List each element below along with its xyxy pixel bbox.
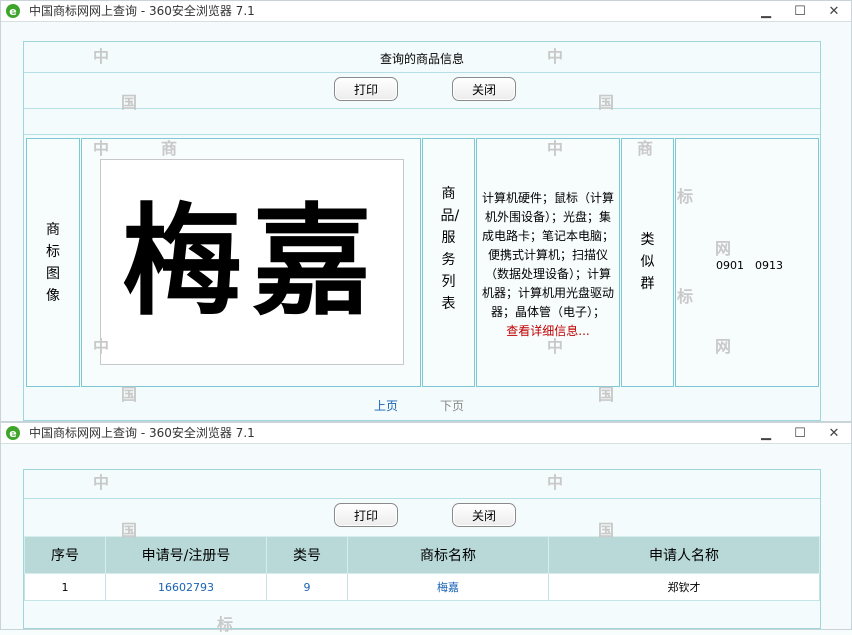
cell-reg-no-link[interactable]: 16602793: [105, 573, 267, 601]
print-button[interactable]: 打印: [334, 503, 398, 527]
close-button[interactable]: 关闭: [452, 503, 516, 527]
results-window: e 中国商标网网上查询 - 360安全浏览器 7.1 ▁ ☐ ✕ 打印 关闭 序…: [0, 422, 852, 634]
close-icon[interactable]: ✕: [817, 423, 851, 443]
browser-logo-icon: e: [6, 4, 20, 18]
column-header-name: 商标名称: [347, 536, 549, 574]
trademark-image: 梅嘉: [100, 159, 404, 365]
results-table: 序号 申请号/注册号 类号 商标名称 申请人名称 1 16602793 9 梅嘉…: [24, 536, 820, 601]
table-header-row: 序号 申请号/注册号 类号 商标名称 申请人名称: [24, 536, 820, 574]
watermark-zhong: 中: [93, 139, 110, 158]
close-button[interactable]: 关闭: [452, 77, 516, 101]
similar-label-cell: 类似群: [621, 138, 674, 387]
title-bar: e 中国商标网网上查询 - 360安全浏览器 7.1 ▁ ☐ ✕: [1, 423, 851, 444]
heading-row: 查询的商品信息: [24, 42, 820, 73]
results-panel: 打印 关闭 序号 申请号/注册号 类号 商标名称 申请人名称 1 1660279…: [23, 469, 821, 629]
watermark-zhong: 中: [547, 337, 564, 356]
browser-logo-icon: e: [6, 426, 20, 440]
image-cell: 梅嘉: [81, 138, 421, 387]
detail-panel: 查询的商品信息 打印 关闭 商标图像 梅嘉 商品/服务列表 计算机硬件；鼠标（计…: [23, 41, 821, 421]
watermark-wang: 网: [715, 337, 732, 356]
watermark-zhong: 中: [547, 139, 564, 158]
watermark-guo: 国: [598, 521, 615, 540]
column-header-reg-no: 申请号/注册号: [105, 536, 267, 574]
image-label-cell: 商标图像: [26, 138, 80, 387]
watermark-zhong: 中: [547, 47, 564, 66]
cell-applicant: 郑钦才: [548, 573, 820, 601]
watermark-zhong: 中: [93, 47, 110, 66]
page-title: 查询的商品信息: [379, 52, 464, 66]
watermark-zhong: 中: [547, 473, 564, 492]
watermark-biao: 标: [677, 187, 694, 206]
next-page-link[interactable]: 下页: [440, 397, 464, 414]
title-bar: e 中国商标网网上查询 - 360安全浏览器 7.1 ▁ ☐ ✕: [1, 1, 851, 22]
watermark-biao: 标: [677, 287, 694, 306]
minimize-icon[interactable]: ▁: [749, 1, 783, 21]
maximize-icon[interactable]: ☐: [783, 1, 817, 21]
column-header-index: 序号: [24, 536, 106, 574]
detail-window: e 中国商标网网上查询 - 360安全浏览器 7.1 ▁ ☐ ✕ 查询的商品信息…: [0, 0, 852, 422]
watermark-zhong: 中: [93, 337, 110, 356]
goods-label-cell: 商品/服务列表: [422, 138, 475, 387]
trademark-image-text: 梅嘉: [122, 191, 382, 332]
watermark-shang: 商: [637, 139, 654, 158]
watermark-guo: 国: [598, 385, 615, 404]
print-button[interactable]: 打印: [334, 77, 398, 101]
column-header-class: 类号: [266, 536, 348, 574]
spacer-row: [24, 108, 820, 135]
goods-label: 商品/服务列表: [440, 186, 460, 312]
close-icon[interactable]: ✕: [817, 1, 851, 21]
maximize-icon[interactable]: ☐: [783, 423, 817, 443]
minimize-icon[interactable]: ▁: [749, 423, 783, 443]
trademark-image-label: 商标图像: [46, 222, 60, 304]
goods-list: 计算机硬件；鼠标（计算机外围设备）；光盘；集成电路卡；笔记本电脑；便携式计算机；…: [481, 191, 614, 319]
results-top-row: [24, 470, 820, 499]
similar-group-label: 类似群: [640, 232, 655, 292]
watermark-zhong: 中: [93, 473, 110, 492]
watermark-guo: 国: [121, 93, 138, 112]
window-title: 中国商标网网上查询 - 360安全浏览器 7.1: [29, 4, 255, 18]
watermark-wang: 网: [715, 239, 732, 258]
similar-groups: 0901 0913: [716, 259, 783, 272]
similar-cell: 0901 0913: [675, 138, 819, 387]
watermark-guo: 国: [598, 93, 615, 112]
prev-page-link[interactable]: 上页: [374, 397, 398, 414]
watermark-guo: 国: [121, 385, 138, 404]
watermark-biao: 标: [217, 615, 234, 634]
svg-text:e: e: [9, 427, 16, 440]
watermark-guo: 国: [121, 521, 138, 540]
cell-index: 1: [24, 573, 106, 601]
cell-name-link[interactable]: 梅嘉: [347, 573, 549, 601]
window-title: 中国商标网网上查询 - 360安全浏览器 7.1: [29, 426, 255, 440]
button-row: 打印 关闭: [24, 72, 820, 109]
watermark-shang: 商: [161, 139, 178, 158]
cell-class-link[interactable]: 9: [266, 573, 348, 601]
column-header-applicant: 申请人名称: [548, 536, 820, 574]
svg-text:e: e: [9, 5, 16, 18]
table-row[interactable]: 1 16602793 9 梅嘉 郑钦才: [24, 573, 820, 601]
